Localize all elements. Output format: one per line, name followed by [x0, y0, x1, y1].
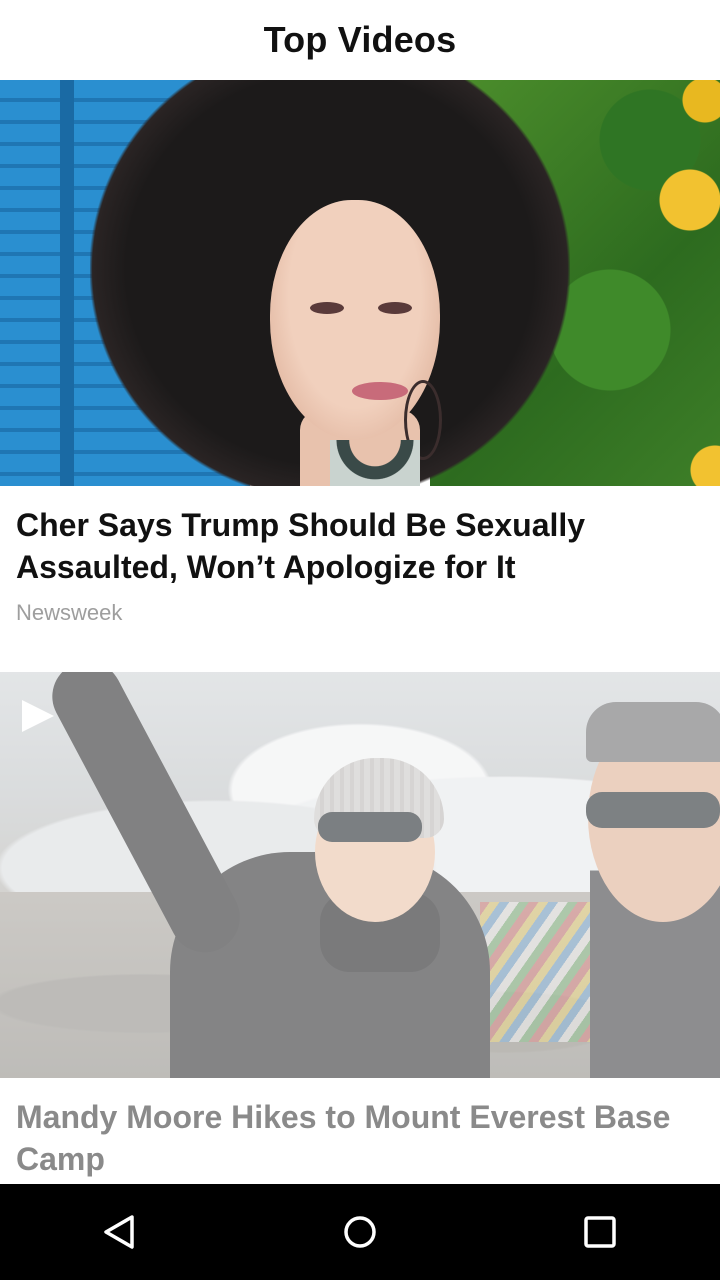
- recents-button[interactable]: [560, 1192, 640, 1272]
- video-thumbnail[interactable]: [0, 80, 720, 486]
- card-body[interactable]: Cher Says Trump Should Be Sexually Assau…: [0, 486, 720, 626]
- page-title: Top Videos: [263, 19, 457, 60]
- system-navigation-bar: [0, 1184, 720, 1280]
- thumbnail-image: [0, 80, 720, 486]
- recents-icon: [584, 1216, 616, 1248]
- video-headline[interactable]: Mandy Moore Hikes to Mount Everest Base …: [16, 1096, 704, 1180]
- home-button[interactable]: [320, 1192, 400, 1272]
- video-source: Newsweek: [16, 600, 123, 625]
- play-icon[interactable]: [20, 698, 56, 734]
- home-icon: [344, 1216, 376, 1248]
- app-bar: Top Videos: [0, 0, 720, 80]
- back-button[interactable]: [80, 1192, 160, 1272]
- video-card[interactable]: Cher Says Trump Should Be Sexually Assau…: [0, 80, 720, 672]
- card-body[interactable]: Mandy Moore Hikes to Mount Everest Base …: [0, 1078, 720, 1180]
- video-headline[interactable]: Cher Says Trump Should Be Sexually Assau…: [16, 504, 704, 588]
- video-card[interactable]: Mandy Moore Hikes to Mount Everest Base …: [0, 672, 720, 1184]
- video-feed[interactable]: Cher Says Trump Should Be Sexually Assau…: [0, 80, 720, 1184]
- thumbnail-image: [0, 672, 720, 1078]
- video-thumbnail[interactable]: [0, 672, 720, 1078]
- back-icon: [104, 1215, 134, 1249]
